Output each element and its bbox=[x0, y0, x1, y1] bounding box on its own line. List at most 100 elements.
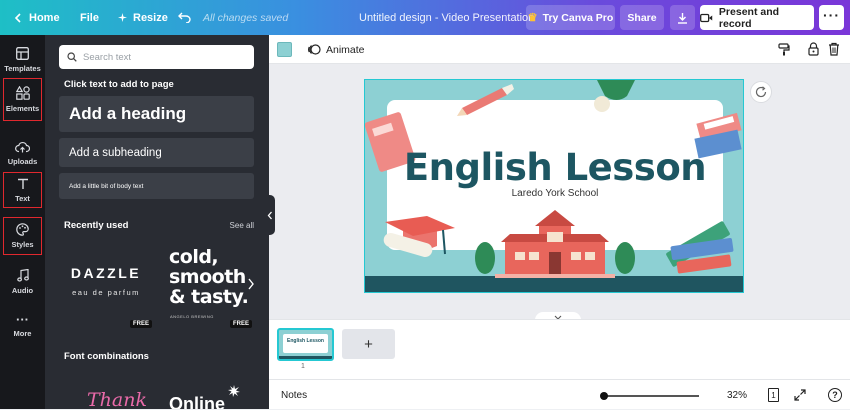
graduation-cap-illustration bbox=[383, 216, 455, 257]
school-building-illustration bbox=[475, 210, 635, 278]
font-tile-cold-smooth[interactable]: cold, smooth & tasty. ANGELO BREWING FRE… bbox=[161, 239, 255, 331]
add-subheading-label: Add a subheading bbox=[69, 146, 162, 159]
download-button[interactable] bbox=[670, 5, 695, 30]
tile-cold-brand: ANGELO BREWING bbox=[170, 314, 214, 319]
page-number: 1 bbox=[301, 363, 305, 370]
add-heading-label: Add a heading bbox=[69, 104, 187, 123]
left-rail: Templates Elements Uploads Text Styles A… bbox=[0, 35, 45, 409]
slide-title[interactable]: English Lesson bbox=[365, 146, 743, 189]
top-bar: Home File Resize All changes saved Untit… bbox=[0, 0, 850, 35]
notes-label: Notes bbox=[281, 389, 308, 401]
book-stack-bottom-right bbox=[666, 221, 734, 274]
rail-item-templates[interactable]: Templates bbox=[0, 40, 45, 80]
recently-used-heading: Recently used bbox=[64, 220, 129, 231]
try-pro-button[interactable]: ♛ Try Canva Pro bbox=[526, 5, 615, 30]
fullscreen-icon[interactable] bbox=[794, 389, 806, 401]
animate-icon bbox=[308, 44, 321, 55]
rail-item-uploads[interactable]: Uploads bbox=[0, 133, 45, 173]
add-body-text-button[interactable]: Add a little bit of body text bbox=[59, 173, 254, 199]
music-note-icon bbox=[16, 269, 29, 282]
document-title[interactable]: Untitled design - Video Presentation bbox=[359, 0, 534, 35]
crown-icon: ♛ bbox=[527, 12, 538, 24]
click-text-heading: Click text to add to page bbox=[64, 79, 174, 90]
file-menu[interactable]: File bbox=[80, 0, 99, 35]
rail-label-text: Text bbox=[15, 193, 30, 203]
text-T-icon bbox=[17, 178, 28, 189]
try-pro-label: Try Canva Pro bbox=[542, 11, 614, 24]
download-icon bbox=[678, 12, 687, 24]
sparkle-icon bbox=[118, 13, 127, 22]
rail-item-audio[interactable]: Audio bbox=[0, 262, 45, 302]
page-count-button[interactable]: 1 bbox=[768, 388, 779, 402]
thumbnail-band bbox=[279, 356, 332, 359]
zoom-slider[interactable] bbox=[600, 392, 699, 400]
tile-cold-line2: smooth bbox=[169, 266, 246, 288]
share-button[interactable]: Share bbox=[620, 5, 664, 30]
free-badge: FREE bbox=[130, 320, 153, 328]
resize-label: Resize bbox=[133, 11, 168, 24]
file-label: File bbox=[80, 11, 99, 24]
animate-label: Animate bbox=[326, 43, 365, 56]
combo-tile-online[interactable]: Online bbox=[169, 394, 225, 409]
refresh-design-button[interactable] bbox=[750, 81, 772, 103]
trash-icon[interactable] bbox=[828, 42, 840, 56]
more-dots-icon: ··· bbox=[823, 7, 840, 23]
help-icon: ? bbox=[832, 390, 838, 400]
text-panel: Click text to add to page Add a heading … bbox=[45, 35, 269, 409]
slide-subtitle[interactable]: Laredo York School bbox=[365, 188, 743, 199]
plus-icon: + bbox=[364, 335, 373, 353]
paint-format-icon[interactable] bbox=[778, 43, 790, 56]
tile-cold-line3: & tasty. bbox=[169, 286, 249, 308]
tile-cold-line1: cold, bbox=[169, 246, 219, 268]
rail-item-more[interactable]: ··· More bbox=[0, 307, 45, 347]
page-strip: English Lesson 1 + bbox=[269, 319, 850, 379]
more-dots-icon: ··· bbox=[16, 312, 29, 327]
undo-button[interactable] bbox=[178, 0, 197, 35]
zoom-slider-thumb[interactable] bbox=[600, 392, 608, 400]
canvas-workspace: English Lesson Laredo York School bbox=[269, 64, 850, 322]
search-box[interactable] bbox=[59, 45, 254, 69]
resize-button[interactable]: Resize bbox=[118, 0, 168, 35]
rail-item-styles[interactable]: Styles bbox=[3, 217, 42, 255]
see-all-link[interactable]: See all bbox=[230, 221, 254, 230]
page-count: 1 bbox=[771, 390, 776, 400]
home-label: Home bbox=[29, 11, 60, 24]
elements-icon bbox=[15, 86, 30, 100]
add-heading-button[interactable]: Add a heading bbox=[59, 96, 254, 132]
pencil-illustration bbox=[457, 84, 514, 116]
starburst-icon bbox=[228, 385, 240, 397]
templates-icon bbox=[16, 47, 29, 60]
search-input[interactable] bbox=[83, 51, 243, 63]
zoom-level[interactable]: 32% bbox=[727, 380, 747, 410]
more-options-button[interactable]: ··· bbox=[819, 5, 844, 30]
present-record-button[interactable]: Present and record bbox=[700, 5, 814, 30]
add-page-button[interactable]: + bbox=[342, 329, 395, 359]
help-button[interactable]: ? bbox=[828, 388, 842, 402]
undo-icon bbox=[178, 12, 191, 23]
background-color-swatch[interactable] bbox=[277, 42, 292, 57]
notes-button[interactable]: Notes bbox=[281, 380, 307, 410]
collapse-panel-handle[interactable] bbox=[265, 195, 275, 235]
combo-tile-thank[interactable]: Thank bbox=[87, 389, 147, 409]
font-tile-dazzle[interactable]: DAZZLE eau de parfum FREE bbox=[59, 239, 153, 331]
slide-canvas[interactable]: English Lesson Laredo York School bbox=[364, 79, 744, 293]
chevron-left-icon bbox=[267, 211, 272, 219]
present-record-label: Present and record bbox=[718, 5, 780, 30]
home-button[interactable]: Home bbox=[13, 0, 60, 35]
rail-item-elements[interactable]: Elements bbox=[3, 78, 42, 121]
page-thumbnail[interactable]: English Lesson bbox=[277, 328, 334, 361]
share-label: Share bbox=[627, 11, 657, 24]
tile-dazzle-title: DAZZLE bbox=[70, 265, 142, 281]
rail-label-styles: Styles bbox=[11, 240, 34, 249]
rail-label-audio: Audio bbox=[11, 286, 34, 295]
rail-label-templates: Templates bbox=[4, 64, 41, 73]
search-icon bbox=[67, 52, 77, 62]
refresh-icon bbox=[755, 86, 767, 98]
rail-label-elements: Elements bbox=[5, 104, 40, 113]
lock-icon[interactable] bbox=[808, 42, 819, 56]
animate-button[interactable]: Animate bbox=[308, 35, 365, 64]
rail-label-uploads: Uploads bbox=[7, 156, 38, 166]
add-subheading-button[interactable]: Add a subheading bbox=[59, 138, 254, 167]
chevron-right-icon[interactable] bbox=[247, 278, 255, 290]
rail-item-text[interactable]: Text bbox=[3, 172, 42, 208]
